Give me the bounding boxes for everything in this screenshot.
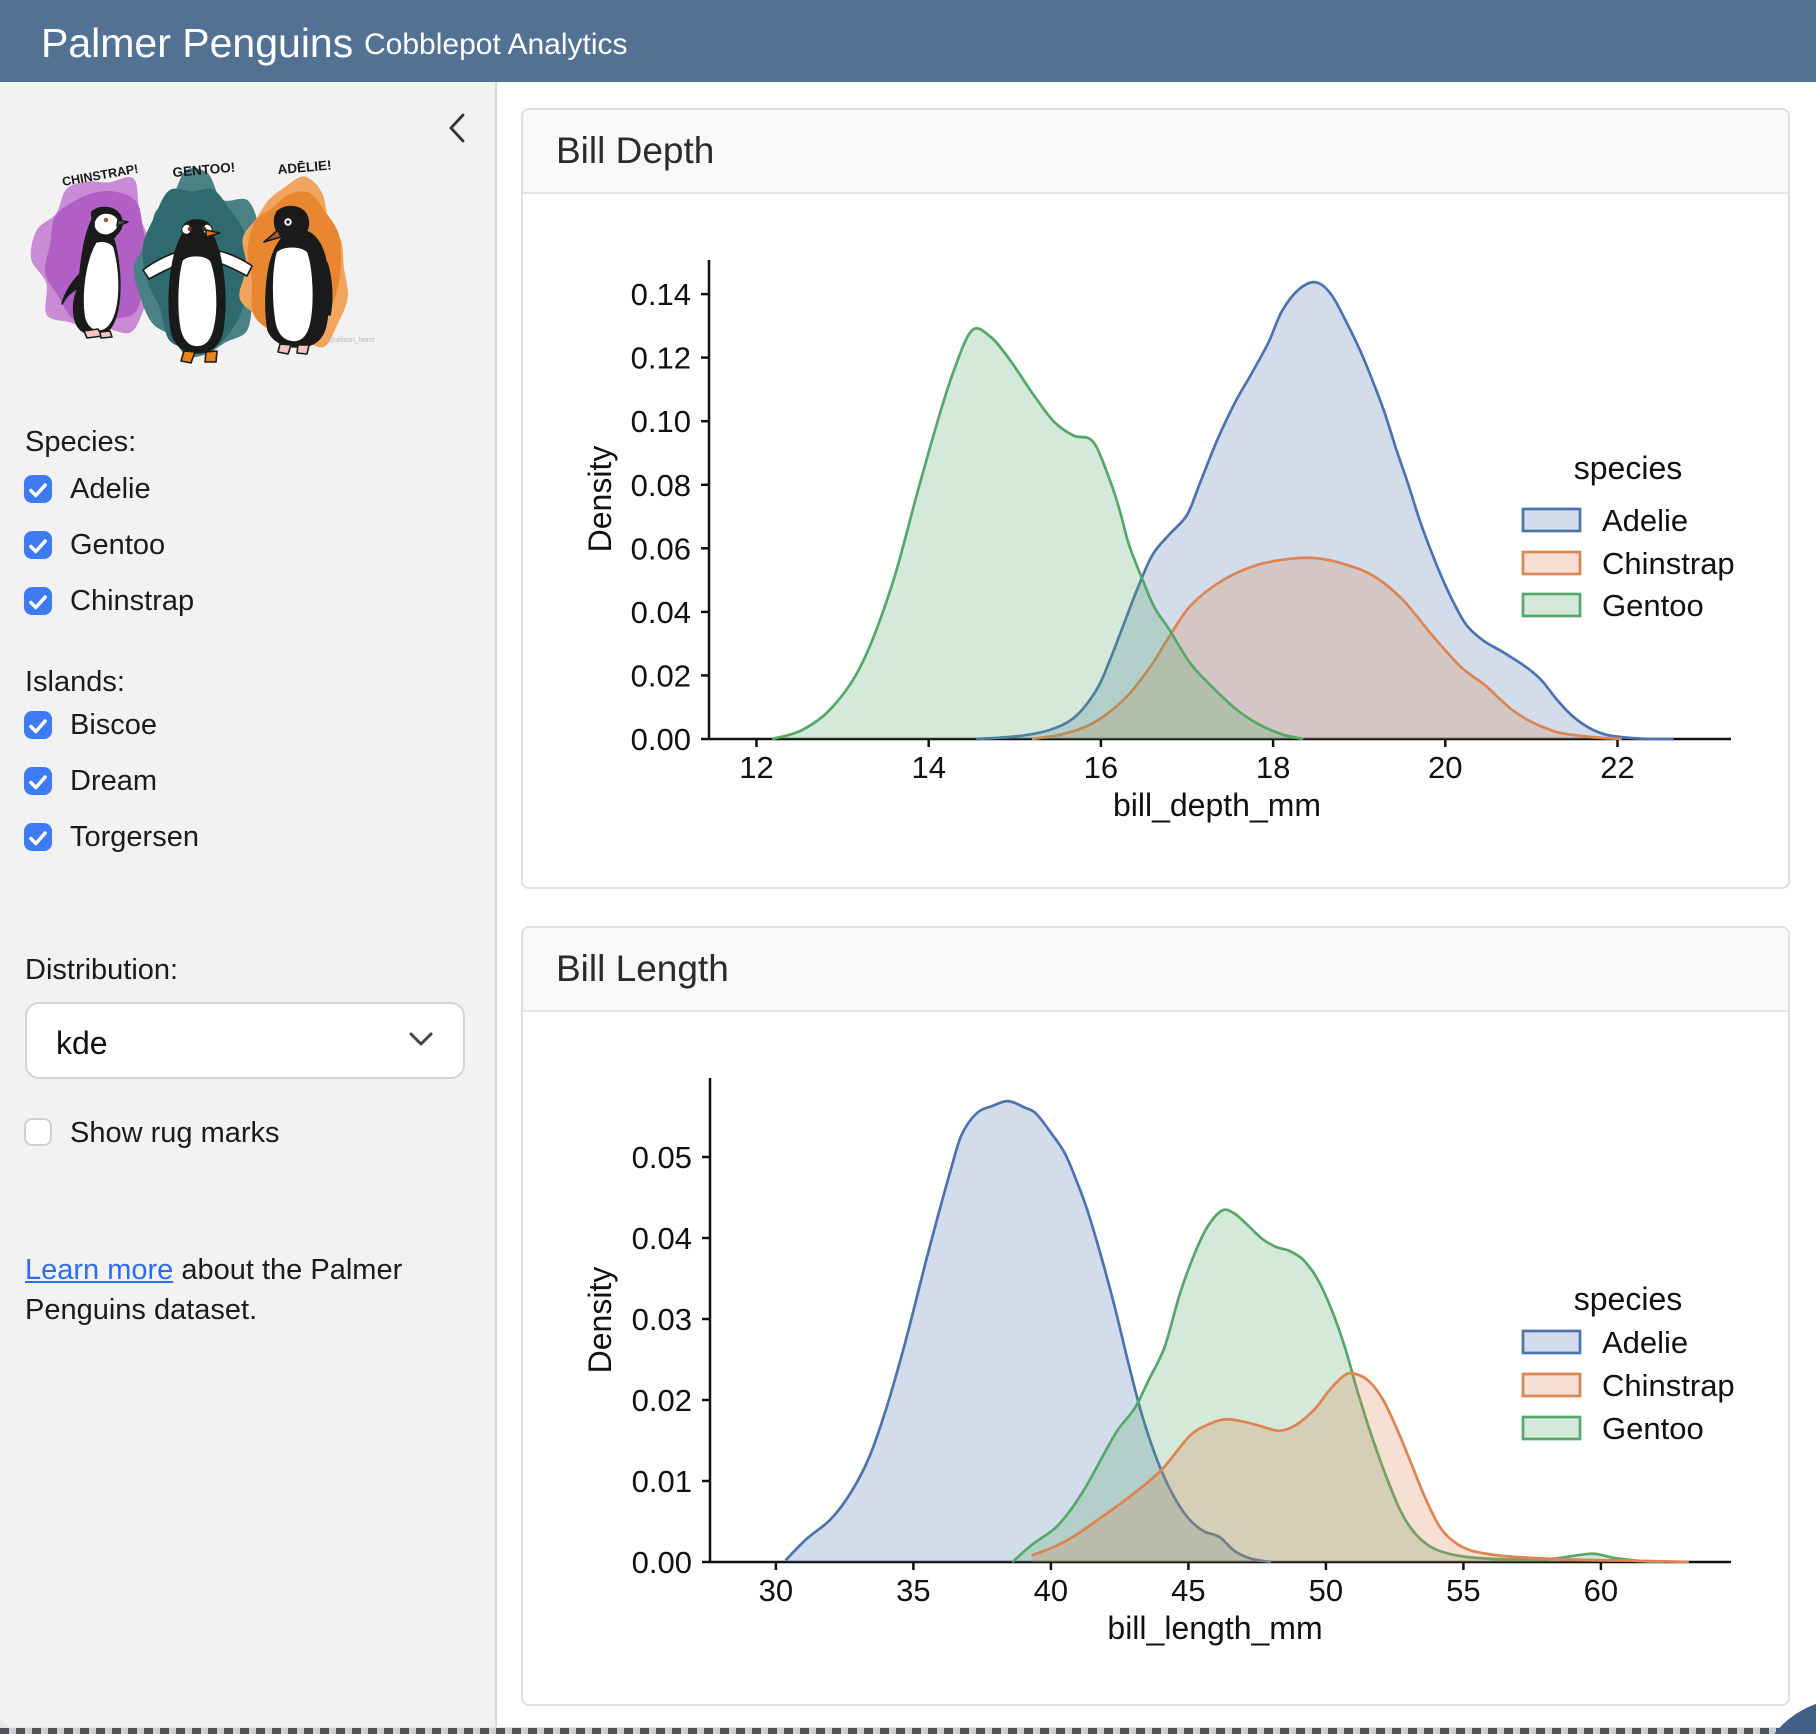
svg-text:Chinstrap: Chinstrap — [1602, 546, 1735, 581]
svg-text:0.04: 0.04 — [631, 595, 691, 630]
svg-text:50: 50 — [1309, 1573, 1343, 1608]
svg-text:55: 55 — [1446, 1573, 1480, 1608]
svg-text:0.08: 0.08 — [631, 468, 691, 503]
svg-text:Adelie: Adelie — [1602, 503, 1688, 538]
svg-text:GENTOO!: GENTOO! — [172, 160, 236, 180]
svg-text:0.06: 0.06 — [631, 531, 691, 566]
svg-text:60: 60 — [1584, 1573, 1618, 1608]
svg-text:40: 40 — [1034, 1573, 1068, 1608]
svg-text:0.03: 0.03 — [632, 1302, 692, 1337]
svg-text:Gentoo: Gentoo — [1602, 1411, 1704, 1446]
svg-text:0.02: 0.02 — [632, 1383, 692, 1418]
svg-text:35: 35 — [896, 1573, 930, 1608]
svg-text:0.14: 0.14 — [631, 277, 691, 312]
svg-text:30: 30 — [759, 1573, 793, 1608]
svg-text:45: 45 — [1171, 1573, 1205, 1608]
svg-text:16: 16 — [1084, 750, 1118, 785]
svg-text:18: 18 — [1256, 750, 1290, 785]
svg-text:12: 12 — [739, 750, 773, 785]
svg-text:Chinstrap: Chinstrap — [1602, 1368, 1735, 1403]
svg-text:species: species — [1574, 1281, 1683, 1317]
svg-text:@allison_horst: @allison_horst — [328, 337, 374, 344]
svg-text:ADĒLIE!: ADĒLIE! — [277, 158, 332, 178]
svg-text:0.12: 0.12 — [631, 341, 691, 376]
svg-text:0.02: 0.02 — [631, 658, 691, 693]
svg-text:Gentoo: Gentoo — [1602, 588, 1704, 623]
svg-text:20: 20 — [1428, 750, 1462, 785]
svg-text:22: 22 — [1600, 750, 1634, 785]
svg-text:14: 14 — [911, 750, 945, 785]
svg-text:bill_depth_mm: bill_depth_mm — [1113, 787, 1321, 823]
svg-text:0.10: 0.10 — [631, 404, 691, 439]
svg-text:Adelie: Adelie — [1602, 1325, 1688, 1360]
svg-text:bill_length_mm: bill_length_mm — [1107, 1610, 1322, 1646]
svg-text:0.00: 0.00 — [632, 1545, 692, 1580]
svg-text:0.05: 0.05 — [632, 1140, 692, 1175]
svg-text:0.04: 0.04 — [632, 1221, 692, 1256]
svg-text:Density: Density — [582, 446, 618, 553]
svg-text:0.00: 0.00 — [631, 722, 691, 757]
svg-text:0.01: 0.01 — [632, 1464, 692, 1499]
svg-text:Density: Density — [582, 1267, 618, 1374]
svg-text:species: species — [1574, 450, 1683, 486]
